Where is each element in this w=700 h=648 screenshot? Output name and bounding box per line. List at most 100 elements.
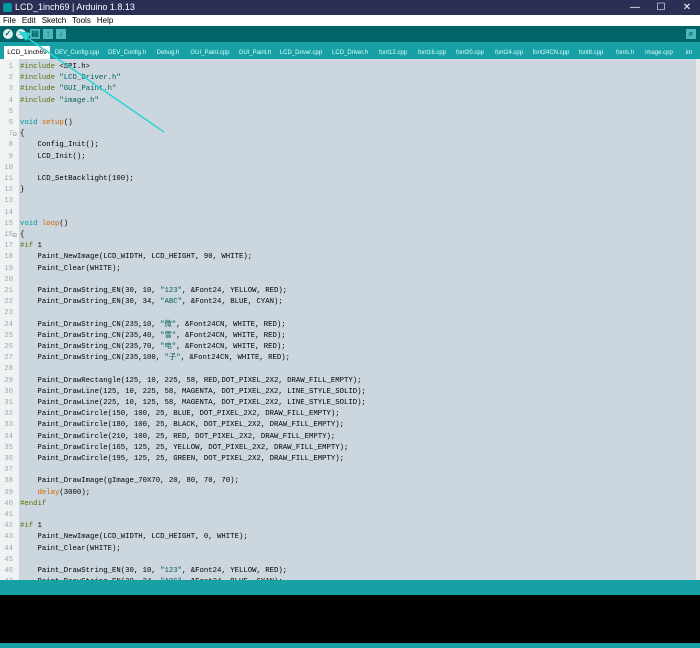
code-line[interactable]: 31 Paint_DrawLine(225, 10, 125, 58, MAGE…: [0, 398, 700, 409]
tab-dev-config-cpp[interactable]: DEV_Config.cpp: [52, 47, 102, 59]
menu-tools[interactable]: Tools: [72, 16, 91, 25]
code-line[interactable]: 32 Paint_DrawCircle(150, 100, 25, BLUE, …: [0, 409, 700, 420]
code-editor[interactable]: 1 #include <SPI.h> 2 #include "LCD_Driver.h…: [0, 59, 700, 580]
code-text: #if 1: [20, 522, 42, 531]
code-line[interactable]: 22 Paint_DrawString_EN(30, 34, "ABC", &F…: [0, 297, 700, 308]
code-line[interactable]: 38 Paint_DrawImage(gImage_70X70, 20, 80,…: [0, 476, 700, 487]
code-line[interactable]: 24 Paint_DrawString_CN(235,10, "微", &Fon…: [0, 320, 700, 331]
verify-button[interactable]: ✓: [3, 29, 13, 39]
editor-console-divider[interactable]: [0, 580, 700, 595]
fold-toggle-icon[interactable]: ⊟: [13, 230, 19, 241]
code-text: #if 1: [20, 242, 42, 251]
code-line[interactable]: 39 delay(3000);: [0, 488, 700, 499]
code-line[interactable]: 11 LCD_SetBacklight(100);: [0, 174, 700, 185]
tab-debug-h[interactable]: Debug.h: [152, 47, 184, 59]
code-line[interactable]: 15 void loop(): [0, 219, 700, 230]
tab-dev-config-h[interactable]: DEV_Config.h: [104, 47, 150, 59]
line-number: 28: [4, 365, 13, 374]
tab-lcd-driver-h[interactable]: LCD_Driver.h: [328, 47, 372, 59]
code-line[interactable]: 42 #if 1: [0, 521, 700, 532]
code-line[interactable]: 34 Paint_DrawCircle(210, 100, 25, RED, D…: [0, 432, 700, 443]
code-line[interactable]: 8 Config_Init();: [0, 140, 700, 151]
code-line[interactable]: 3 #include "GUI_Paint.h": [0, 84, 700, 95]
code-line[interactable]: 46 Paint_DrawString_EN(30, 10, "123", &F…: [0, 566, 700, 577]
save-sketch-button[interactable]: ↓: [56, 29, 66, 39]
code-line[interactable]: 19 Paint_Clear(WHITE);: [0, 264, 700, 275]
tab-fonts-h[interactable]: fonts.h: [610, 47, 640, 59]
code-line[interactable]: 20: [0, 275, 700, 286]
code-line[interactable]: 30 Paint_DrawLine(125, 10, 225, 58, MAGE…: [0, 387, 700, 398]
code-line[interactable]: 6 void setup(): [0, 118, 700, 129]
code-line[interactable]: 10: [0, 163, 700, 174]
code-text: Paint_DrawString_EN(30, 34, "ABC", &Font…: [20, 298, 283, 307]
code-line[interactable]: 35 Paint_DrawCircle(165, 125, 25, YELLOW…: [0, 443, 700, 454]
tab-font12-cpp[interactable]: font12.cpp: [374, 47, 412, 59]
new-sketch-button[interactable]: ▤: [30, 29, 40, 39]
line-number: 41: [4, 511, 13, 519]
code-line[interactable]: 33 Paint_DrawCircle(180, 100, 25, BLACK,…: [0, 420, 700, 431]
code-line[interactable]: 36 Paint_DrawCircle(195, 125, 25, GREEN,…: [0, 454, 700, 465]
tab-font24-cpp[interactable]: font24.cpp: [490, 47, 528, 59]
code-line[interactable]: 13: [0, 196, 700, 207]
code-line[interactable]: 27 Paint_DrawString_CN(235,100, "子", &Fo…: [0, 353, 700, 364]
code-line[interactable]: 4 #include "image.h": [0, 96, 700, 107]
code-text: #endif: [20, 499, 47, 508]
close-button[interactable]: ✕: [674, 0, 700, 15]
code-line[interactable]: 41: [0, 510, 700, 521]
code-line[interactable]: 2 #include "LCD_Driver.h": [0, 73, 700, 84]
line-number: 22: [4, 298, 13, 307]
code-line[interactable]: 43 Paint_NewImage(LCD_WIDTH, LCD_HEIGHT,…: [0, 532, 700, 543]
menu-sketch[interactable]: Sketch: [42, 16, 66, 25]
code-line[interactable]: 12}: [0, 185, 700, 196]
code-line[interactable]: 18 Paint_NewImage(LCD_WIDTH, LCD_HEIGHT,…: [0, 252, 700, 263]
tab-lcd-1inch69[interactable]: LCD_1inch69: [4, 46, 50, 59]
menu-file[interactable]: File: [3, 16, 16, 25]
minimize-button[interactable]: —: [622, 0, 648, 15]
code-text: Paint_DrawString_CN(235,100, "子", &Font2…: [20, 354, 291, 363]
code-line[interactable]: 37: [0, 465, 700, 476]
tab-gui-paint-cpp[interactable]: GUI_Paint.cpp: [186, 47, 234, 59]
tab-lcd-driver-cpp[interactable]: LCD_Driver.cpp: [276, 47, 326, 59]
tab-font8-cpp[interactable]: font8.cpp: [574, 47, 608, 59]
tab-font16-cpp[interactable]: font16.cpp: [414, 47, 450, 59]
code-line[interactable]: 5: [0, 107, 700, 118]
code-line[interactable]: 9 LCD_Init();: [0, 152, 700, 163]
menu-help[interactable]: Help: [97, 16, 113, 25]
code-line[interactable]: 29 Paint_DrawRectangle(125, 10, 225, 58,…: [0, 376, 700, 387]
serial-monitor-button[interactable]: ⌕: [686, 29, 696, 39]
menu-bar: File Edit Sketch Tools Help: [0, 15, 700, 26]
line-number: 23: [4, 309, 13, 318]
code-line[interactable]: 7 ⊟{: [0, 129, 700, 140]
line-number: 1: [8, 63, 13, 71]
code-line[interactable]: 14: [0, 208, 700, 219]
tab-font24cn-cpp[interactable]: font24CN.cpp: [530, 47, 572, 59]
code-line[interactable]: 17 #if 1: [0, 241, 700, 252]
code-line[interactable]: 25 Paint_DrawString_CN(235,40, "雪", &Fon…: [0, 331, 700, 342]
code-line[interactable]: 1 #include <SPI.h>: [0, 62, 700, 73]
vertical-scrollbar[interactable]: [696, 59, 700, 580]
line-number: 24: [4, 320, 13, 329]
tab-image-cpp[interactable]: image.cpp: [642, 47, 676, 59]
code-line[interactable]: 40 #endif: [0, 499, 700, 510]
code-line[interactable]: 21 Paint_DrawString_EN(30, 10, "123", &F…: [0, 286, 700, 297]
menu-edit[interactable]: Edit: [22, 16, 36, 25]
code-text: LCD_SetBacklight(100);: [20, 175, 134, 183]
code-line[interactable]: 16 ⊟{: [0, 230, 700, 241]
code-text: {: [20, 130, 25, 139]
fold-toggle-icon[interactable]: ⊟: [13, 129, 19, 140]
tab-font20-cpp[interactable]: font20.cpp: [452, 47, 488, 59]
maximize-button[interactable]: ☐: [648, 0, 674, 15]
line-number: 7: [8, 130, 13, 139]
line-number: 39: [4, 488, 13, 497]
upload-button[interactable]: →: [16, 29, 26, 39]
open-sketch-button[interactable]: ↑: [43, 29, 53, 39]
tab-gui-paint-h[interactable]: GUI_Paint.h: [236, 47, 274, 59]
code-line[interactable]: 45: [0, 555, 700, 566]
tab-image-h[interactable]: im: [678, 47, 700, 59]
code-line[interactable]: 28: [0, 364, 700, 375]
code-line[interactable]: 23: [0, 308, 700, 319]
checkmark-icon: ✓: [4, 29, 12, 38]
code-line[interactable]: 26 Paint_DrawString_CN(235,70, "电", &Fon…: [0, 342, 700, 353]
code-text: Paint_DrawString_CN(235,40, "雪", &Font24…: [20, 331, 286, 340]
code-line[interactable]: 44 Paint_Clear(WHITE);: [0, 544, 700, 555]
